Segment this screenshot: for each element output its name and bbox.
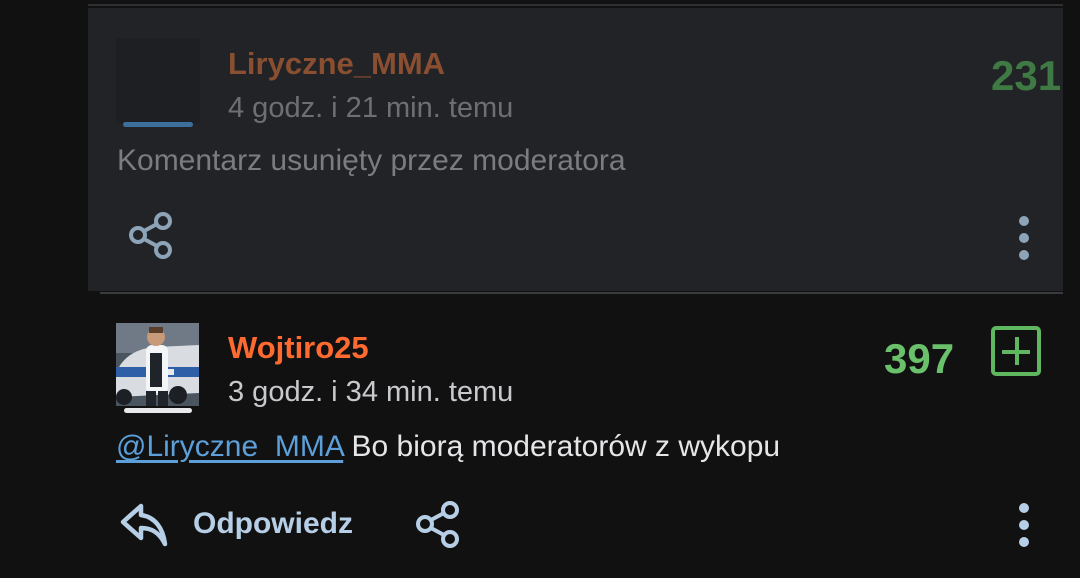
more-vertical-icon (1019, 216, 1029, 260)
divider (100, 292, 1063, 294)
share-button[interactable] (411, 497, 465, 551)
avatar[interactable] (116, 323, 199, 406)
avatar-underline (124, 408, 192, 413)
comment-score: 231 (991, 52, 1062, 99)
comment-removed-text: Komentarz usunięty przez moderatora (117, 144, 626, 177)
comment-username[interactable]: Liryczne_MMA (228, 46, 445, 82)
more-vertical-icon (1019, 503, 1029, 547)
comment-text: Bo biorą moderatorów z wykopu (351, 430, 781, 463)
more-button[interactable] (1008, 498, 1040, 552)
comment-username[interactable]: Wojtiro25 (228, 330, 369, 366)
share-button[interactable] (124, 208, 178, 262)
more-button[interactable] (1008, 211, 1040, 265)
comment-mention[interactable]: @Liryczne_MMA (116, 430, 343, 463)
upvote-button[interactable] (991, 326, 1041, 376)
reply-button[interactable] (118, 498, 170, 550)
comment-score: 397 (884, 335, 955, 382)
divider (88, 4, 1063, 6)
comments-screen: Liryczne_MMA 4 godz. i 21 min. temu 231 … (0, 0, 1080, 578)
avatar-underline (123, 122, 193, 127)
comment-timestamp: 3 godz. i 34 min. temu (228, 376, 514, 408)
comment-timestamp: 4 godz. i 21 min. temu (228, 92, 514, 124)
comment-body: @Liryczne_MMA Bo biorą moderatorów z wyk… (116, 430, 780, 464)
reply-label[interactable]: Odpowiedz (193, 507, 353, 541)
share-icon (129, 212, 172, 259)
avatar[interactable] (116, 38, 200, 124)
share-icon (416, 501, 459, 548)
reply-icon (120, 503, 168, 547)
avatar-photo-image (116, 323, 199, 406)
comment-removed: Liryczne_MMA 4 godz. i 21 min. temu 231 … (88, 8, 1063, 291)
